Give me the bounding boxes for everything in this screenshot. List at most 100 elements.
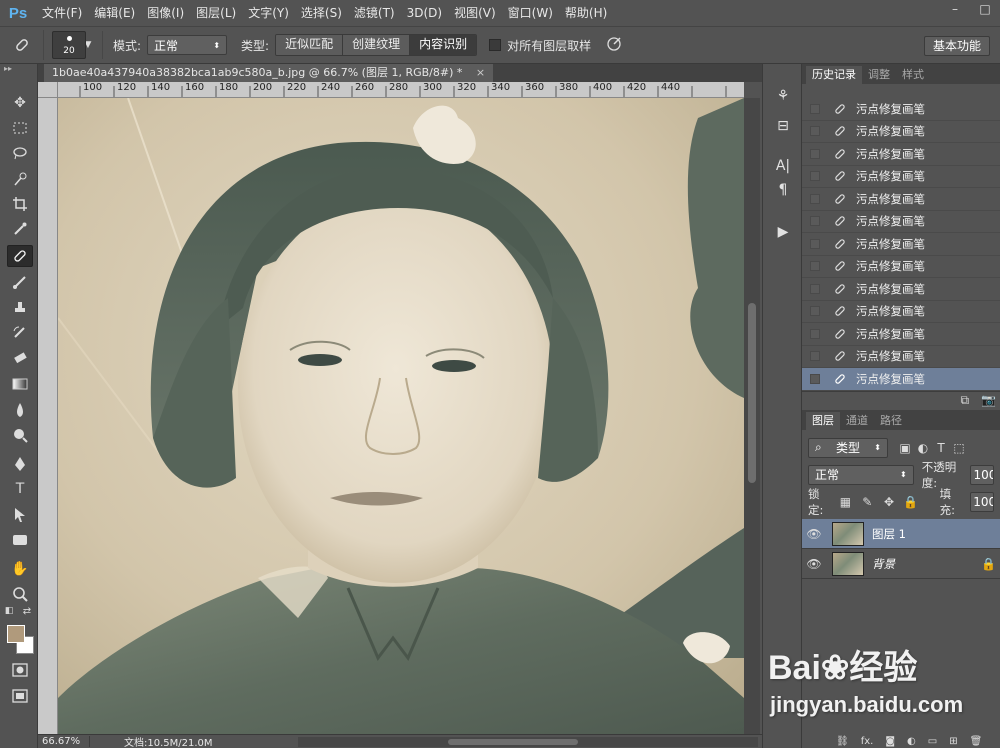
trash-icon[interactable]: 🗑	[970, 736, 983, 747]
history-item[interactable]: 污点修复画笔	[802, 256, 1000, 278]
layer-row[interactable]: 👁 图层 1	[802, 519, 1000, 549]
lasso-tool-icon[interactable]	[7, 142, 33, 164]
ruler-origin[interactable]	[38, 82, 58, 98]
history-item[interactable]: 污点修复画笔	[802, 166, 1000, 188]
tab-styles[interactable]: 样式	[896, 66, 930, 84]
history-snapshot-checkbox[interactable]	[810, 238, 820, 249]
layer-style-icon[interactable]: fx.	[861, 736, 874, 747]
menu-image[interactable]: 图像(I)	[141, 0, 190, 26]
sample-all-layers-checkbox[interactable]	[489, 39, 502, 51]
menu-type[interactable]: 文字(Y)	[242, 0, 295, 26]
add-mask-icon[interactable]: ◙	[885, 736, 895, 747]
document-canvas[interactable]	[58, 98, 744, 734]
history-snapshot-checkbox[interactable]	[810, 328, 820, 339]
menu-window[interactable]: 窗口(W)	[502, 0, 559, 26]
layer-name[interactable]: 背景	[872, 556, 895, 572]
filter-type-icon[interactable]: T	[932, 441, 950, 455]
new-layer-icon[interactable]: ⊞	[949, 736, 957, 747]
lock-all-icon[interactable]: 🔒	[900, 495, 922, 509]
fill-input[interactable]: 100	[970, 491, 995, 512]
tab-adjustments[interactable]: 调整	[862, 66, 896, 84]
chevron-down-icon[interactable]: ▼	[85, 31, 103, 59]
type-create-texture[interactable]: 创建纹理	[343, 35, 411, 55]
history-snapshot-checkbox[interactable]	[810, 148, 820, 159]
menu-file[interactable]: 文件(F)	[36, 0, 88, 26]
eye-icon[interactable]: 👁	[802, 557, 826, 571]
gradient-tool-icon[interactable]	[7, 373, 33, 395]
history-item-current[interactable]: 污点修复画笔	[802, 368, 1000, 391]
history-snapshot-checkbox[interactable]	[810, 306, 820, 317]
quick-selection-tool-icon[interactable]	[7, 168, 33, 190]
pressure-icon[interactable]	[605, 35, 623, 56]
new-group-icon[interactable]: ▭	[928, 736, 937, 747]
horizontal-scrollbar-thumb[interactable]	[448, 739, 578, 745]
history-item[interactable]: 污点修复画笔	[802, 188, 1000, 211]
history-item[interactable]: 污点修复画笔	[802, 278, 1000, 301]
vertical-scrollbar[interactable]	[744, 98, 760, 734]
eyedropper-tool-icon[interactable]	[7, 218, 33, 240]
swap-colors-icon[interactable]: ⇄	[20, 605, 34, 617]
history-item[interactable]: 污点修复画笔	[802, 211, 1000, 233]
history-item[interactable]: 污点修复画笔	[802, 143, 1000, 166]
menu-3d[interactable]: 3D(D)	[401, 0, 448, 26]
tool-preset-picker[interactable]	[0, 30, 44, 60]
brush-tool-icon[interactable]	[7, 271, 33, 293]
menu-view[interactable]: 视图(V)	[448, 0, 502, 26]
adjustment-layer-icon[interactable]: ◐	[907, 736, 916, 747]
new-document-from-state-icon[interactable]: ⧉	[960, 393, 969, 408]
menu-filter[interactable]: 滤镜(T)	[348, 0, 401, 26]
move-tool-icon[interactable]: ✥	[7, 92, 33, 114]
mode-select[interactable]: 正常 ⬍	[147, 35, 228, 55]
menu-help[interactable]: 帮助(H)	[559, 0, 613, 26]
horizontal-scrollbar[interactable]	[298, 737, 758, 747]
vertical-scrollbar-thumb[interactable]	[748, 303, 756, 483]
tab-history[interactable]: 历史记录	[806, 66, 862, 84]
actions-play-icon[interactable]: ▶	[771, 220, 795, 244]
type-tool-icon[interactable]: T	[7, 478, 33, 500]
pen-tool-icon[interactable]	[7, 453, 33, 475]
opacity-input[interactable]: 100	[970, 464, 994, 485]
zoom-level[interactable]: 66.67%	[38, 736, 90, 747]
brush-presets-icon[interactable]: ⚘	[771, 84, 795, 108]
menu-edit[interactable]: 编辑(E)	[88, 0, 141, 26]
history-item[interactable]: 污点修复画笔	[802, 346, 1000, 368]
history-snapshot-checkbox[interactable]	[810, 193, 820, 204]
history-snapshot-checkbox[interactable]	[810, 126, 820, 137]
layer-name[interactable]: 图层 1	[872, 526, 906, 542]
history-item[interactable]: 污点修复画笔	[802, 98, 1000, 121]
workspace-switcher[interactable]: 基本功能	[923, 36, 990, 56]
history-item[interactable]: 污点修复画笔	[802, 121, 1000, 143]
spot-healing-tool-icon[interactable]	[7, 245, 33, 267]
history-snapshot-checkbox[interactable]	[810, 261, 820, 272]
eye-icon[interactable]: 👁	[802, 527, 826, 541]
lock-image-icon[interactable]: ✎	[856, 495, 878, 509]
lock-position-icon[interactable]: ✥	[878, 495, 900, 509]
type-proximity-match[interactable]: 近似匹配	[276, 35, 344, 55]
lock-transparent-icon[interactable]: ▦	[835, 495, 857, 509]
blur-tool-icon[interactable]	[7, 399, 33, 421]
history-snapshot-checkbox[interactable]	[810, 373, 820, 384]
history-item[interactable]: 污点修复画笔	[802, 301, 1000, 323]
hand-tool-icon[interactable]: ✋	[7, 558, 33, 580]
history-snapshot-checkbox[interactable]	[810, 283, 820, 294]
layer-row[interactable]: 👁 背景 🔒	[802, 549, 1000, 579]
clone-source-icon[interactable]: ⊟	[771, 114, 795, 138]
tab-channels[interactable]: 通道	[840, 412, 874, 430]
marquee-tool-icon[interactable]	[7, 117, 33, 139]
quick-mask-icon[interactable]	[7, 659, 33, 681]
filter-shape-icon[interactable]: ⬚	[950, 441, 968, 455]
history-item[interactable]: 污点修复画笔	[802, 233, 1000, 256]
history-snapshot-checkbox[interactable]	[810, 103, 820, 114]
panel-grip-icon[interactable]: ▸▸	[0, 64, 37, 74]
filter-pixel-icon[interactable]: ▣	[896, 441, 914, 455]
path-selection-tool-icon[interactable]	[7, 504, 33, 526]
menu-select[interactable]: 选择(S)	[295, 0, 348, 26]
history-snapshot-checkbox[interactable]	[810, 171, 820, 182]
tab-layers[interactable]: 图层	[806, 412, 840, 430]
character-panel-icon[interactable]: A|	[771, 154, 795, 178]
maximize-button[interactable]: □	[970, 0, 1000, 18]
dodge-tool-icon[interactable]	[7, 424, 33, 446]
brush-picker[interactable]: 20	[52, 31, 86, 59]
close-icon[interactable]: ×	[476, 66, 485, 79]
document-tab[interactable]: 1b0ae40a437940a38382bca1ab9c580a_b.jpg @…	[44, 64, 494, 82]
